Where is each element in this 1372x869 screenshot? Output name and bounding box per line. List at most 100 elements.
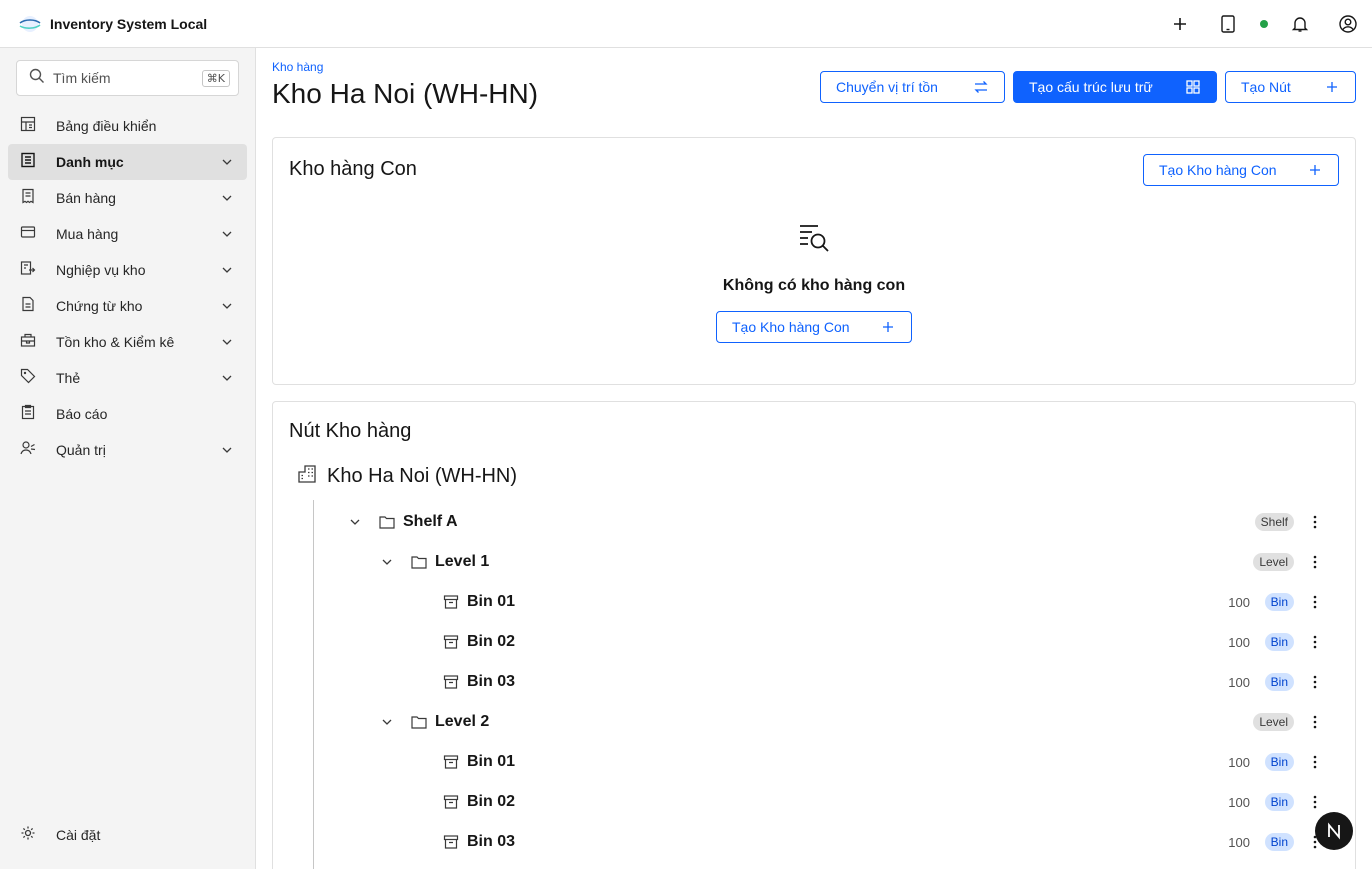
chevron-down-icon[interactable] (219, 370, 235, 386)
receipt-icon (20, 188, 36, 209)
connection-status-dot (1252, 0, 1276, 48)
tree-row[interactable]: Bin 02 100 Bin (273, 782, 1357, 822)
chevron-down-icon[interactable] (347, 514, 363, 530)
node-name: Bin 01 (467, 753, 516, 770)
search-placeholder: Tìm kiếm (53, 70, 111, 86)
assistant-fab[interactable] (1315, 812, 1353, 850)
sidebar-item-label: Thẻ (56, 370, 81, 386)
credit-card-icon (20, 224, 36, 245)
node-name: Bin 03 (467, 833, 516, 850)
sidebar-item-label: Báo cáo (56, 406, 108, 422)
sidebar-item-label: Cài đặt (56, 827, 101, 843)
tree-row[interactable]: Bin 03 100 Bin (273, 822, 1357, 862)
create-storage-structure-button[interactable]: Tạo cấu trúc lưu trữ (1013, 71, 1217, 103)
sidebar-item-5[interactable]: Nghiệp vụ kho (8, 252, 247, 288)
create-child-warehouse-button[interactable]: Tạo Kho hàng Con (716, 311, 912, 343)
sidebar-item-1[interactable]: Bảng điều khiển (8, 108, 247, 144)
tree-row[interactable]: Shelf A Shelf (273, 502, 1357, 542)
overflow-menu-icon[interactable] (1307, 674, 1323, 690)
search-icon (29, 68, 45, 89)
page-actions: Chuyển vị trí tồn Tạo cấu trúc lưu trữ T… (820, 71, 1356, 103)
tree-row[interactable]: Bin 03 100 Bin (273, 662, 1357, 702)
overflow-menu-icon[interactable] (1307, 714, 1323, 730)
sidebar-item-label: Quản trị (56, 442, 106, 458)
move-stock-button[interactable]: Chuyển vị trí tồn (820, 71, 1005, 103)
node-quantity: 100 (1228, 794, 1250, 810)
archive-box-icon (443, 674, 459, 690)
sidebar-item-6[interactable]: Chứng từ kho (8, 288, 247, 324)
create-child-warehouse-button[interactable]: Tạo Kho hàng Con (1143, 154, 1339, 186)
tree-row[interactable]: Bin 02 100 Bin (273, 622, 1357, 662)
building-icon (297, 464, 317, 489)
node-quantity: 100 (1228, 754, 1250, 770)
tree-row[interactable]: Level 1 Level (273, 542, 1357, 582)
folder-icon (379, 514, 395, 530)
chevron-down-icon[interactable] (219, 334, 235, 350)
admin-icon (20, 440, 36, 461)
main-content: Kho hàng Kho Ha Noi (WH-HN) Chuyển vị tr… (256, 48, 1372, 869)
search-list-icon (798, 222, 830, 259)
node-name: Bin 02 (467, 633, 516, 650)
search-shortcut: ⌘K (201, 69, 230, 87)
top-bar: Inventory System Local (0, 0, 1372, 48)
overflow-menu-icon[interactable] (1307, 554, 1323, 570)
sidebar-nav: Bảng điều khiển Danh mục Bán hàng Mua hàng N… (8, 108, 247, 468)
sidebar: Tìm kiếm ⌘K Bảng điều khiển Danh mục Bán h… (0, 48, 256, 869)
node-name: Shelf A (403, 513, 458, 530)
sidebar-item-8[interactable]: Thẻ (8, 360, 247, 396)
chevron-down-icon[interactable] (379, 554, 395, 570)
chevron-down-icon[interactable] (219, 298, 235, 314)
node-type-tag: Bin (1264, 833, 1294, 851)
tree-row[interactable]: Bin 01 100 Bin (273, 742, 1357, 782)
tablet-icon[interactable] (1204, 0, 1252, 48)
node-type-tag: Bin (1264, 593, 1294, 611)
breadcrumb[interactable]: Kho hàng (272, 60, 323, 74)
sidebar-item-label: Mua hàng (56, 226, 119, 242)
sidebar-item-3[interactable]: Bán hàng (8, 180, 247, 216)
sidebar-item-label: Tồn kho & Kiểm kê (56, 334, 175, 350)
node-type-tag: Level (1253, 553, 1294, 571)
tree-row[interactable]: Bin 01 100 Bin (273, 582, 1357, 622)
overflow-menu-icon[interactable] (1307, 754, 1323, 770)
create-node-button[interactable]: Tạo Nút (1225, 71, 1356, 103)
app-logo-icon (17, 14, 43, 34)
chevron-down-icon[interactable] (219, 262, 235, 278)
card-title: Kho hàng Con (289, 158, 417, 180)
sidebar-item-9[interactable]: Báo cáo (8, 396, 247, 432)
overflow-menu-icon[interactable] (1307, 794, 1323, 810)
node-name: Level 1 (435, 553, 490, 570)
add-icon[interactable] (1156, 0, 1204, 48)
inventory-icon (20, 332, 36, 353)
node-name: Bin 01 (467, 593, 516, 610)
sidebar-item-settings[interactable]: Cài đặt (8, 817, 247, 853)
chevron-down-icon[interactable] (219, 226, 235, 242)
overflow-menu-icon[interactable] (1307, 594, 1323, 610)
notification-bell-icon[interactable] (1276, 0, 1324, 48)
add-icon (1307, 162, 1323, 178)
node-quantity: 100 (1228, 834, 1250, 850)
node-quantity: 100 (1228, 674, 1250, 690)
catalog-icon (20, 152, 36, 173)
archive-box-icon (443, 834, 459, 850)
user-profile-icon[interactable] (1324, 0, 1372, 48)
chevron-down-icon[interactable] (379, 714, 395, 730)
overflow-menu-icon[interactable] (1307, 634, 1323, 650)
tree-root[interactable]: Kho Ha Noi (WH-HN) (297, 462, 517, 490)
chevron-down-icon[interactable] (219, 442, 235, 458)
overflow-menu-icon[interactable] (1307, 514, 1323, 530)
sidebar-item-10[interactable]: Quản trị (8, 432, 247, 468)
node-name: Level 2 (435, 713, 490, 730)
node-quantity: 100 (1228, 594, 1250, 610)
archive-box-icon (443, 794, 459, 810)
tree-row[interactable]: Level 2 Level (273, 702, 1357, 742)
sidebar-item-2[interactable]: Danh mục (8, 144, 247, 180)
brand[interactable]: Inventory System Local (17, 14, 207, 34)
chevron-down-icon[interactable] (219, 190, 235, 206)
sidebar-item-7[interactable]: Tồn kho & Kiểm kê (8, 324, 247, 360)
search-input[interactable]: Tìm kiếm ⌘K (16, 60, 239, 96)
empty-state: Không có kho hàng con Tạo Kho hàng Con (273, 222, 1355, 343)
chevron-down-icon[interactable] (219, 154, 235, 170)
node-type-tag: Bin (1264, 753, 1294, 771)
card-title: Nút Kho hàng (289, 420, 412, 442)
sidebar-item-4[interactable]: Mua hàng (8, 216, 247, 252)
